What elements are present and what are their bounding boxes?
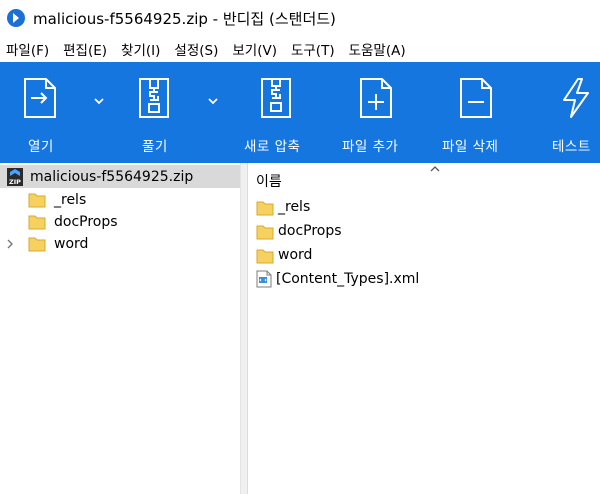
tree-root-label: malicious-f5564925.zip [30, 168, 194, 185]
file-name: [Content_Types].xml [276, 271, 420, 287]
menu-help[interactable]: 도움말(A) [343, 39, 414, 59]
delete-file-button[interactable]: 파일 삭제 [438, 62, 518, 163]
column-name-label: 이름 [256, 174, 282, 190]
file-name: _rels [278, 199, 311, 215]
menu-view[interactable]: 보기(V) [226, 39, 285, 59]
svg-text:ZIP: ZIP [9, 178, 21, 186]
add-file-button[interactable]: 파일 추가 [336, 62, 416, 163]
list-item[interactable]: [Content_Types].xml [256, 267, 419, 291]
new-archive-icon [261, 78, 291, 118]
menu-find[interactable]: 찾기(I) [115, 39, 168, 59]
list-item[interactable]: word [256, 243, 312, 267]
sort-ascending-caret-icon [430, 166, 440, 172]
new-archive-button[interactable]: 새로 압축 [238, 62, 318, 163]
menu-file[interactable]: 파일(F) [0, 39, 57, 59]
toolbar: 열기 풀기 새로 압축 파일 추가 파일 삭제 테스트 [0, 62, 600, 163]
tree-item-label: word [54, 235, 89, 252]
column-header-name[interactable]: 이름 [248, 163, 600, 197]
test-button[interactable]: 테스트 [544, 62, 600, 163]
file-name: docProps [278, 223, 342, 239]
menu-tools[interactable]: 도구(T) [285, 39, 343, 59]
menu-settings[interactable]: 설정(S) [168, 39, 226, 59]
menu-bar: 파일(F) 편집(E) 찾기(I) 설정(S) 보기(V) 도구(T) 도움말(… [0, 36, 600, 62]
tree-item-label: _rels [54, 191, 87, 208]
folder-icon [256, 201, 274, 215]
expand-chevron-right-icon[interactable] [5, 239, 15, 249]
test-label: 테스트 [552, 139, 591, 155]
list-item[interactable]: _rels [256, 195, 310, 219]
tree-item-rels[interactable]: _rels [28, 188, 86, 211]
folder-icon [28, 193, 46, 208]
menu-edit[interactable]: 편집(E) [57, 39, 115, 59]
extract-label: 풀기 [142, 139, 168, 155]
add-file-icon [360, 78, 392, 118]
new-archive-label: 새로 압축 [244, 139, 301, 155]
tree-root-archive[interactable]: ZIP malicious-f5564925.zip [0, 165, 240, 188]
open-dropdown-chevron-icon[interactable] [92, 94, 106, 108]
file-list: 이름 _rels docProps word [Content_Types].x… [248, 163, 600, 494]
list-item[interactable]: docProps [256, 219, 342, 243]
extract-button[interactable]: 풀기 [118, 62, 198, 163]
folder-icon [28, 215, 46, 230]
pane-splitter[interactable] [240, 163, 248, 494]
delete-file-label: 파일 삭제 [442, 139, 499, 155]
open-label: 열기 [28, 139, 54, 155]
open-archive-icon [24, 78, 56, 118]
test-icon [563, 78, 589, 118]
xml-file-icon [256, 270, 272, 288]
folder-icon [256, 249, 274, 263]
bandizip-app-icon[interactable] [7, 9, 25, 27]
tree-item-docprops[interactable]: docProps [28, 210, 118, 233]
file-name: word [278, 247, 313, 263]
open-button[interactable]: 열기 [0, 62, 80, 163]
extract-dropdown-chevron-icon[interactable] [206, 94, 220, 108]
title-bar: malicious-f5564925.zip - 반디집 (스탠더드) [0, 0, 600, 36]
tree-item-word[interactable]: word [28, 232, 88, 255]
add-file-label: 파일 추가 [342, 139, 399, 155]
extract-icon [139, 78, 169, 118]
delete-file-icon [460, 78, 492, 118]
folder-icon [28, 237, 46, 252]
window-title: malicious-f5564925.zip - 반디집 (스탠더드) [33, 9, 336, 28]
tree-item-label: docProps [54, 213, 118, 230]
zip-archive-icon: ZIP [7, 167, 23, 186]
folder-tree: ZIP malicious-f5564925.zip _rels docProp… [0, 163, 240, 494]
folder-icon [256, 225, 274, 239]
